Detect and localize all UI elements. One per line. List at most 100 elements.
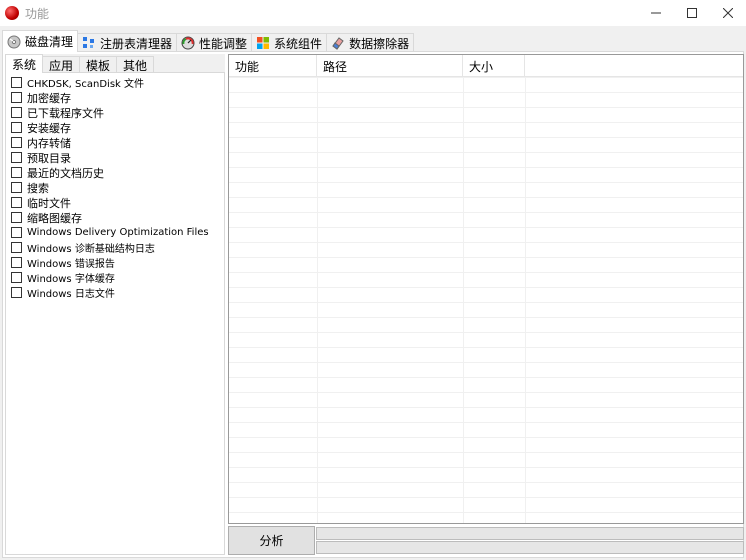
item-label: CHKDSK, ScanDisk 文件 bbox=[27, 79, 144, 90]
tab-data-eraser[interactable]: 数据擦除器 bbox=[326, 33, 415, 52]
item-label: Windows 字体缓存 bbox=[27, 274, 115, 285]
category-pane: 系统 应用 模板 其他 CHKDSK, ScanDisk 文件 加密缓存 已下载… bbox=[5, 54, 225, 555]
results-table[interactable]: 功能 路径 大小 bbox=[228, 54, 744, 524]
maximize-icon bbox=[687, 8, 697, 18]
item-label: 搜索 bbox=[27, 181, 49, 195]
tab-label: 模板 bbox=[86, 58, 111, 73]
checkbox[interactable] bbox=[11, 182, 22, 193]
tab-system[interactable]: 系统 bbox=[5, 54, 44, 73]
list-item[interactable]: 最近的文档历史 bbox=[6, 165, 224, 180]
column-divider bbox=[463, 77, 464, 523]
list-item[interactable]: 加密缓存 bbox=[6, 90, 224, 105]
checkbox[interactable] bbox=[11, 77, 22, 88]
checkbox[interactable] bbox=[11, 287, 22, 298]
window-title: 功能 bbox=[25, 6, 50, 21]
disk-cleanup-icon bbox=[7, 35, 21, 48]
tab-label: 应用 bbox=[49, 58, 74, 73]
list-item[interactable]: Windows 错误报告 bbox=[6, 255, 224, 270]
table-header: 功能 路径 大小 bbox=[229, 55, 743, 77]
registry-icon bbox=[83, 37, 95, 48]
tab-templates[interactable]: 模板 bbox=[79, 56, 118, 73]
item-label: 安装缓存 bbox=[27, 121, 71, 135]
column-divider bbox=[525, 77, 526, 523]
list-item[interactable]: 安装缓存 bbox=[6, 120, 224, 135]
checkbox[interactable] bbox=[11, 92, 22, 103]
tab-other[interactable]: 其他 bbox=[116, 56, 155, 73]
column-header-function[interactable]: 功能 bbox=[229, 55, 317, 77]
item-label: Windows 诊断基础结构日志 bbox=[27, 244, 155, 255]
item-label: 临时文件 bbox=[27, 196, 71, 210]
close-icon bbox=[723, 8, 733, 18]
column-header-path[interactable]: 路径 bbox=[317, 55, 463, 77]
list-item[interactable]: Windows 字体缓存 bbox=[6, 270, 224, 285]
item-label: 预取目录 bbox=[27, 151, 71, 165]
checkbox[interactable] bbox=[11, 242, 22, 253]
checkbox[interactable] bbox=[11, 107, 22, 118]
category-tab-strip: 系统 应用 模板 其他 bbox=[5, 54, 155, 73]
column-label: 大小 bbox=[469, 59, 494, 74]
progress-bar-primary bbox=[316, 527, 744, 540]
analyze-button-label: 分析 bbox=[259, 534, 284, 548]
item-label: 已下载程序文件 bbox=[27, 106, 104, 120]
analyze-button[interactable]: 分析 bbox=[228, 526, 315, 555]
list-item[interactable]: CHKDSK, ScanDisk 文件 bbox=[6, 75, 224, 90]
checkbox[interactable] bbox=[11, 167, 22, 178]
app-icon bbox=[5, 6, 19, 20]
tab-label: 注册表清理器 bbox=[100, 36, 173, 51]
tab-registry-cleaner[interactable]: 注册表清理器 bbox=[77, 33, 178, 52]
list-item[interactable]: Windows Delivery Optimization Files bbox=[6, 225, 224, 240]
column-header-size[interactable]: 大小 bbox=[463, 55, 525, 77]
list-item[interactable]: 内存转储 bbox=[6, 135, 224, 150]
minimize-icon bbox=[651, 12, 661, 14]
tab-label: 其他 bbox=[123, 58, 148, 73]
list-item[interactable]: 缩略图缓存 bbox=[6, 210, 224, 225]
column-header-blank[interactable] bbox=[525, 55, 743, 77]
checkbox[interactable] bbox=[11, 212, 22, 223]
progress-bar-secondary bbox=[316, 541, 744, 554]
item-label: Windows 日志文件 bbox=[27, 289, 115, 300]
list-item[interactable]: Windows 日志文件 bbox=[6, 285, 224, 300]
list-item[interactable]: Windows 诊断基础结构日志 bbox=[6, 240, 224, 255]
checkbox[interactable] bbox=[11, 122, 22, 133]
performance-icon bbox=[181, 36, 195, 50]
tab-performance-tuning[interactable]: 性能调整 bbox=[176, 33, 253, 52]
column-label: 功能 bbox=[235, 59, 260, 74]
minimize-button[interactable] bbox=[638, 0, 674, 26]
disk-cleanup-panel: 系统 应用 模板 其他 CHKDSK, ScanDisk 文件 加密缓存 已下载… bbox=[2, 51, 744, 558]
tab-system-components[interactable]: 系统组件 bbox=[251, 33, 328, 52]
checkbox[interactable] bbox=[11, 257, 22, 268]
list-item[interactable]: 临时文件 bbox=[6, 195, 224, 210]
title-bar: 功能 bbox=[0, 0, 746, 26]
item-label: Windows 错误报告 bbox=[27, 259, 115, 270]
windows-icon bbox=[257, 37, 270, 49]
tab-label: 系统组件 bbox=[274, 36, 323, 51]
checkbox[interactable] bbox=[11, 137, 22, 148]
list-item[interactable]: 预取目录 bbox=[6, 150, 224, 165]
list-item[interactable]: 搜索 bbox=[6, 180, 224, 195]
tab-disk-cleanup[interactable]: 磁盘清理 bbox=[2, 30, 79, 52]
list-item[interactable]: 已下载程序文件 bbox=[6, 105, 224, 120]
table-body bbox=[229, 77, 743, 523]
main-tab-strip: 磁盘清理 注册表清理器 性能调整 系统组件 数据擦除器 bbox=[2, 30, 415, 52]
maximize-button[interactable] bbox=[674, 0, 710, 26]
tab-applications[interactable]: 应用 bbox=[42, 56, 81, 73]
item-label: 缩略图缓存 bbox=[27, 211, 82, 225]
close-button[interactable] bbox=[710, 0, 746, 26]
cleanup-item-list: CHKDSK, ScanDisk 文件 加密缓存 已下载程序文件 安装缓存 内存… bbox=[5, 72, 225, 555]
column-label: 路径 bbox=[323, 59, 348, 74]
item-label: 内存转储 bbox=[27, 136, 71, 150]
column-divider bbox=[317, 77, 318, 523]
checkbox[interactable] bbox=[11, 227, 22, 238]
tab-label: 磁盘清理 bbox=[25, 35, 74, 49]
checkbox[interactable] bbox=[11, 152, 22, 163]
tab-label: 性能调整 bbox=[199, 36, 248, 51]
window-controls bbox=[638, 0, 746, 26]
eraser-icon bbox=[332, 37, 344, 50]
checkbox[interactable] bbox=[11, 272, 22, 283]
item-label: 加密缓存 bbox=[27, 91, 71, 105]
item-label: 最近的文档历史 bbox=[27, 166, 104, 180]
checkbox[interactable] bbox=[11, 197, 22, 208]
tab-label: 数据擦除器 bbox=[349, 36, 410, 51]
item-label: Windows Delivery Optimization Files bbox=[27, 227, 209, 238]
tab-label: 系统 bbox=[12, 57, 37, 72]
